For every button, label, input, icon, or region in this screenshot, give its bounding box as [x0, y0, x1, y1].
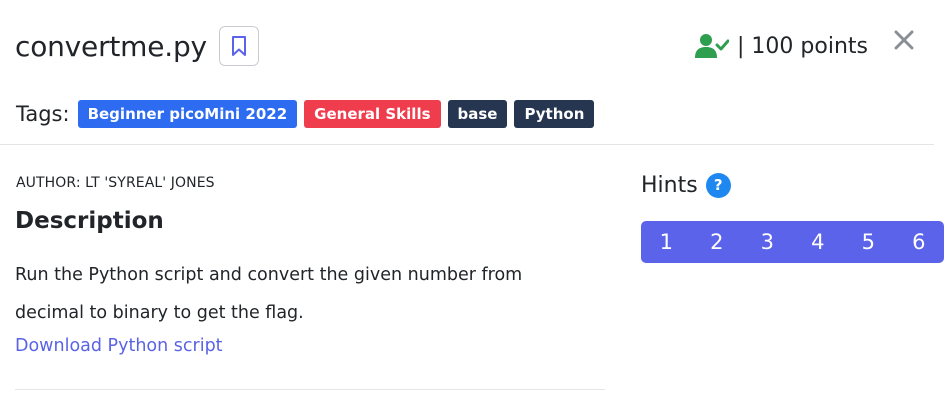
tags-label: Tags:	[16, 102, 70, 126]
bookmark-icon	[231, 35, 247, 57]
tag-base[interactable]: base	[447, 100, 508, 128]
hints-header: Hints ?	[641, 169, 731, 201]
description-heading: Description	[15, 208, 164, 234]
hint-button-6[interactable]: 6	[894, 221, 945, 263]
description-divider	[15, 389, 605, 390]
points-label: | 100 points	[737, 33, 868, 59]
challenge-header: convertme.py	[15, 24, 259, 68]
hint-button-4[interactable]: 4	[793, 221, 844, 263]
hint-button-5[interactable]: 5	[843, 221, 894, 263]
bookmark-button[interactable]	[218, 26, 259, 66]
challenge-title: convertme.py	[15, 29, 207, 63]
hint-button-2[interactable]: 2	[692, 221, 743, 263]
description-text: Run the Python script and convert the gi…	[15, 265, 523, 323]
tag-beginner-picomini-2022[interactable]: Beginner picoMini 2022	[77, 100, 298, 128]
close-icon	[894, 30, 914, 54]
user-check-icon	[695, 32, 730, 60]
author-label: AUTHOR: LT 'SYREAL' JONES	[16, 175, 215, 191]
question-circle-icon[interactable]: ?	[705, 172, 731, 198]
hint-button-3[interactable]: 3	[742, 221, 793, 263]
tag-general-skills[interactable]: General Skills	[304, 100, 441, 128]
tags-row: Tags: Beginner picoMini 2022 General Ski…	[16, 98, 601, 130]
close-button[interactable]	[890, 28, 918, 56]
download-python-script-link[interactable]: Download Python script	[15, 336, 223, 356]
hints-heading: Hints	[641, 172, 698, 198]
points-area: | 100 points	[695, 28, 868, 64]
header-divider	[0, 144, 934, 145]
hints-button-group: 1 2 3 4 5 6	[641, 221, 944, 263]
hint-button-1[interactable]: 1	[641, 221, 692, 263]
tag-python[interactable]: Python	[514, 100, 595, 128]
